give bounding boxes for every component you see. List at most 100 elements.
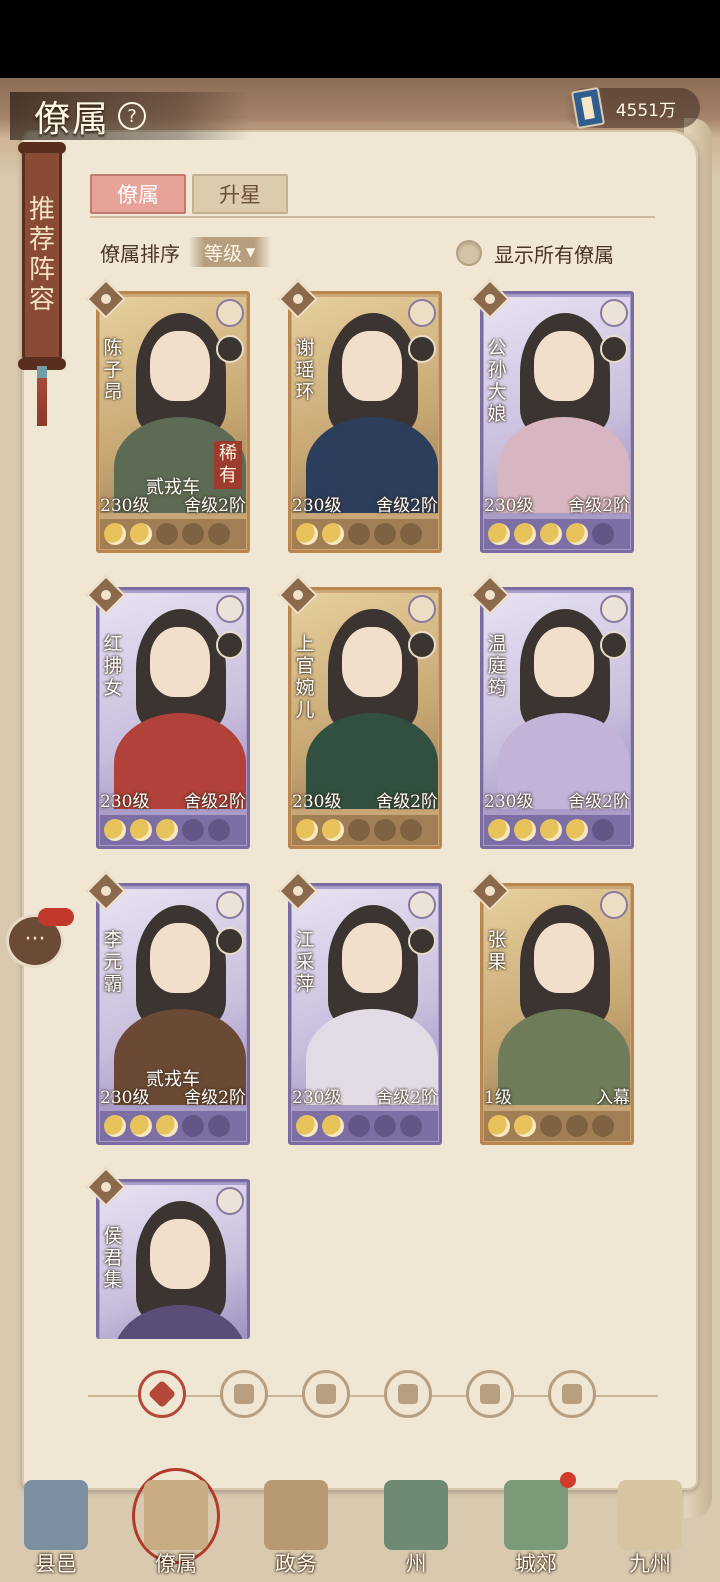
tab-officials[interactable]: 僚属 xyxy=(90,174,186,214)
official-card[interactable]: 李元霸 贰戎车 230级 舍级2阶 xyxy=(86,871,250,1145)
official-name: 侯君集 xyxy=(103,1225,123,1291)
nav-building-icon xyxy=(384,1480,448,1550)
moon-filled-icon xyxy=(488,819,510,841)
nav-item[interactable]: 城郊 xyxy=(486,1468,586,1582)
bottom-nav: 县邑 僚属 政务 州 城郊 九州 xyxy=(0,1468,720,1582)
stat-row: 230级 舍级2阶 xyxy=(292,491,438,516)
officials-screen: 僚属 ? 4551万 推 荐 阵 容 僚属 升星 僚属排序 等级 ▼ 显示所有僚… xyxy=(0,78,720,1582)
scroll-char: 容 xyxy=(28,285,55,315)
moon-empty-icon xyxy=(400,523,422,545)
help-icon[interactable]: ? xyxy=(118,102,147,130)
filter-helmet-button[interactable] xyxy=(220,1370,268,1418)
horse-icon xyxy=(316,1384,336,1404)
nav-label: 政务 xyxy=(275,1552,317,1576)
moon-empty-icon xyxy=(400,819,422,841)
attribute-icon xyxy=(600,891,628,919)
official-rank: 舍级2阶 xyxy=(376,1088,438,1108)
official-rank: 舍级2阶 xyxy=(376,496,438,516)
nav-item[interactable]: 政务 xyxy=(246,1468,346,1582)
moon-filled-icon xyxy=(540,523,562,545)
tab-star-up[interactable]: 升星 xyxy=(192,174,288,214)
moon-filled-icon xyxy=(514,819,536,841)
official-card[interactable]: 陈子昂 稀有 贰戎车 230级 舍级2阶 xyxy=(86,279,250,553)
nav-building-icon xyxy=(144,1480,208,1550)
official-name: 李元霸 xyxy=(103,929,123,995)
star-moons xyxy=(292,815,438,845)
scroll-char: 阵 xyxy=(28,255,55,285)
filter-all-button[interactable] xyxy=(138,1370,186,1418)
nav-label: 州 xyxy=(405,1552,427,1576)
nav-item[interactable]: 县邑 xyxy=(6,1468,106,1582)
moon-filled-icon xyxy=(296,523,318,545)
moon-empty-icon xyxy=(592,1115,614,1137)
official-card[interactable]: 红拂女 230级 舍级2阶 xyxy=(86,575,250,849)
scroll-tassel xyxy=(37,366,47,426)
portrait-face xyxy=(534,627,594,697)
official-card[interactable]: 公孙大娘 230级 舍级2阶 xyxy=(470,279,634,553)
official-card[interactable]: 张果 1级 入幕 xyxy=(470,871,634,1145)
partner-avatar xyxy=(600,631,628,659)
filter-horse-button[interactable] xyxy=(302,1370,350,1418)
moon-filled-icon xyxy=(566,523,588,545)
official-level: 230级 xyxy=(484,496,534,516)
portrait-robe xyxy=(114,1305,246,1339)
recommended-lineup-scroll[interactable]: 推 荐 阵 容 xyxy=(18,136,66,426)
official-rank: 舍级2阶 xyxy=(568,496,630,516)
official-card[interactable]: 谢瑶环 230级 舍级2阶 xyxy=(278,279,442,553)
official-name: 陈子昂 xyxy=(103,337,123,403)
filter-lion-button[interactable] xyxy=(466,1370,514,1418)
portrait-face xyxy=(342,627,402,697)
stat-row: 230级 舍级2阶 xyxy=(292,787,438,812)
moon-empty-icon xyxy=(156,523,178,545)
portrait-face xyxy=(150,627,210,697)
moon-empty-icon xyxy=(592,819,614,841)
official-rank: 入幕 xyxy=(596,1088,630,1108)
show-all-toggle[interactable]: 显示所有僚属 xyxy=(456,238,614,268)
stat-row: 230级 舍级2阶 xyxy=(100,1083,246,1108)
stat-row: 230级 舍级2阶 xyxy=(100,491,246,516)
portrait-face xyxy=(150,923,210,993)
official-rank: 舍级2阶 xyxy=(376,792,438,812)
lion-icon xyxy=(480,1384,500,1404)
attribute-icon xyxy=(600,595,628,623)
partner-avatar xyxy=(408,631,436,659)
moon-empty-icon xyxy=(182,523,204,545)
nav-building-icon xyxy=(24,1480,88,1550)
currency-display[interactable]: 4551万 xyxy=(563,86,700,130)
nav-item[interactable]: 州 xyxy=(366,1468,466,1582)
filter-leaf-button[interactable] xyxy=(548,1370,596,1418)
official-card[interactable]: 温庭筠 230级 舍级2阶 xyxy=(470,575,634,849)
attribute-icon xyxy=(408,891,436,919)
star-moons xyxy=(100,815,246,845)
star-moons xyxy=(100,1111,246,1141)
official-level: 230级 xyxy=(292,1088,342,1108)
portrait-face xyxy=(150,1219,210,1289)
official-portrait xyxy=(292,889,438,1105)
partner-avatar xyxy=(216,927,244,955)
scroll-body: 推 荐 阵 容 xyxy=(22,150,62,360)
status-bar xyxy=(0,0,720,78)
stat-row: 230级 舍级2阶 xyxy=(100,787,246,812)
attribute-icon xyxy=(216,299,244,327)
official-card[interactable]: 江采萍 230级 舍级2阶 xyxy=(278,871,442,1145)
moon-filled-icon xyxy=(296,1115,318,1137)
show-all-radio[interactable] xyxy=(456,240,482,266)
official-card[interactable]: 上官婉儿 230级 舍级2阶 xyxy=(278,575,442,849)
official-card[interactable]: 侯君集 xyxy=(86,1167,250,1339)
moon-filled-icon xyxy=(322,819,344,841)
official-portrait xyxy=(100,593,246,809)
filter-fan-button[interactable] xyxy=(384,1370,432,1418)
helmet-icon xyxy=(234,1384,254,1404)
sort-dropdown[interactable]: 等级 ▼ xyxy=(188,237,272,267)
nav-item[interactable]: 九州 xyxy=(600,1468,700,1582)
nav-item[interactable]: 僚属 xyxy=(126,1468,226,1582)
official-level: 230级 xyxy=(100,792,150,812)
official-name: 上官婉儿 xyxy=(295,633,315,721)
moon-empty-icon xyxy=(374,523,396,545)
moon-empty-icon xyxy=(208,523,230,545)
official-level: 230级 xyxy=(100,1088,150,1108)
all-icon xyxy=(147,1379,177,1409)
scroll-char: 荐 xyxy=(28,225,55,255)
moon-filled-icon xyxy=(488,1115,510,1137)
moon-empty-icon xyxy=(182,819,204,841)
